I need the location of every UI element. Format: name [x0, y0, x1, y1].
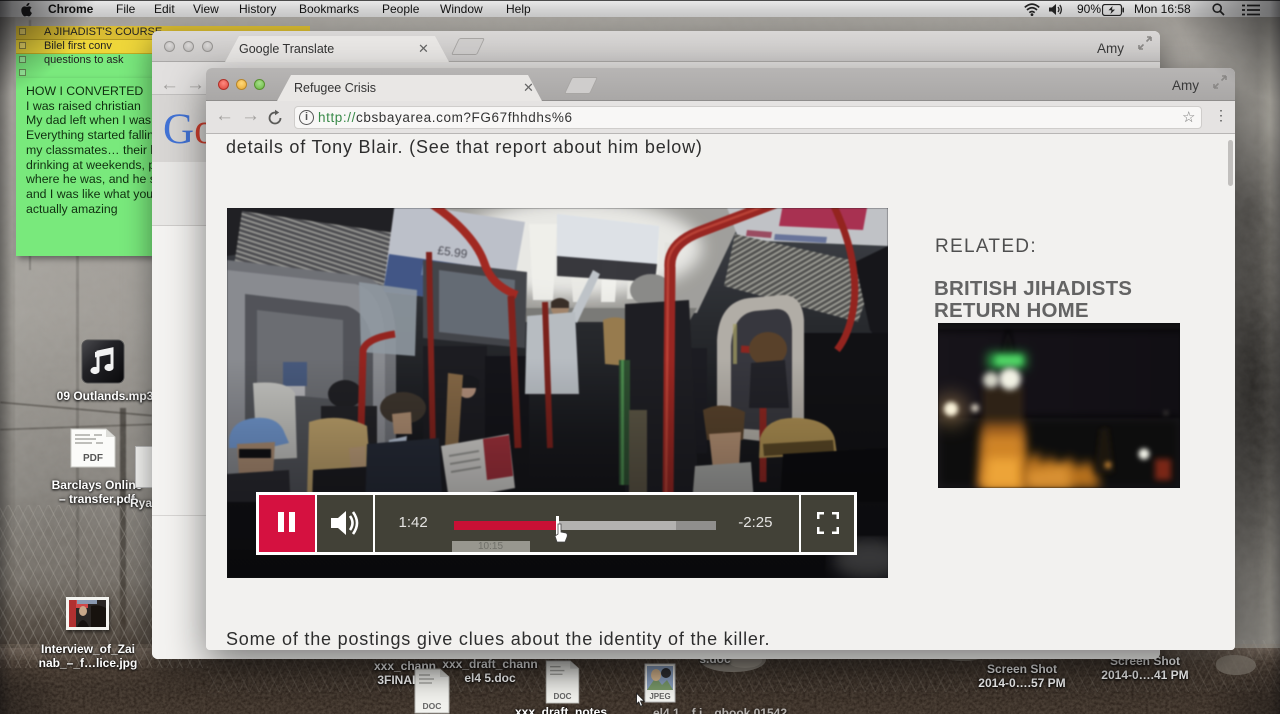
svg-text:DOC: DOC	[553, 692, 571, 701]
svg-text:PDF: PDF	[83, 453, 103, 464]
svg-text:JPEG: JPEG	[649, 692, 670, 701]
svg-text:DOC: DOC	[423, 701, 442, 711]
